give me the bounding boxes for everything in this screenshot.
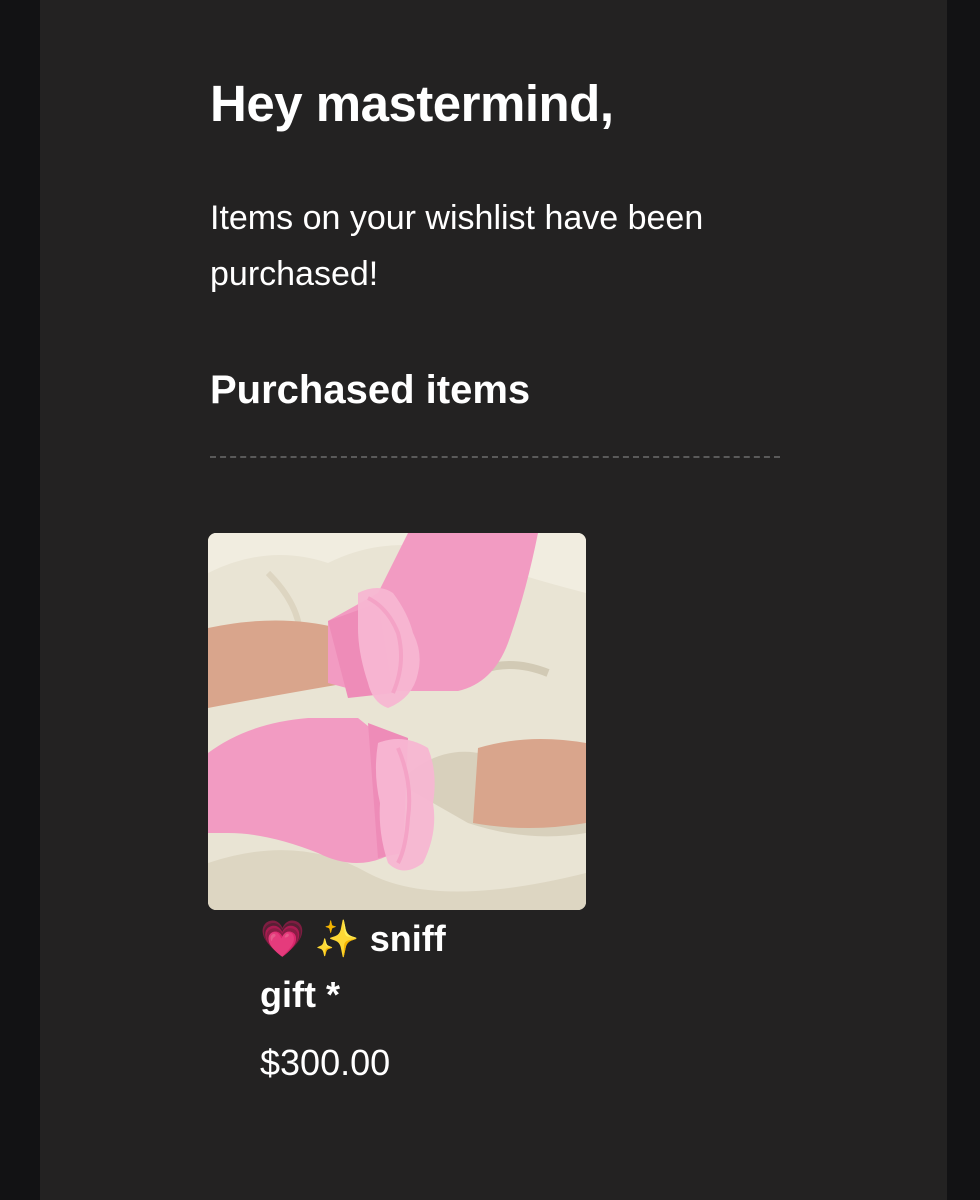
heart-icon: 💗: [260, 918, 305, 959]
dashed-divider: [210, 456, 780, 458]
product-price: $300.00: [260, 1042, 391, 1083]
email-panel: Hey mastermind, Items on your wishlist h…: [40, 0, 947, 1200]
product-image[interactable]: [208, 533, 586, 910]
sparkles-icon: ✨: [314, 918, 360, 959]
purchased-items-title: Purchased items: [210, 368, 531, 412]
wishlist-message: Items on your wishlist have been purchas…: [210, 199, 704, 293]
purchased-item-card[interactable]: 💗 ✨ sniff gift * $300.00: [208, 533, 588, 1083]
greeting-heading: Hey mastermind,: [210, 75, 614, 132]
product-name[interactable]: 💗 ✨ sniff gift *: [260, 911, 500, 1023]
